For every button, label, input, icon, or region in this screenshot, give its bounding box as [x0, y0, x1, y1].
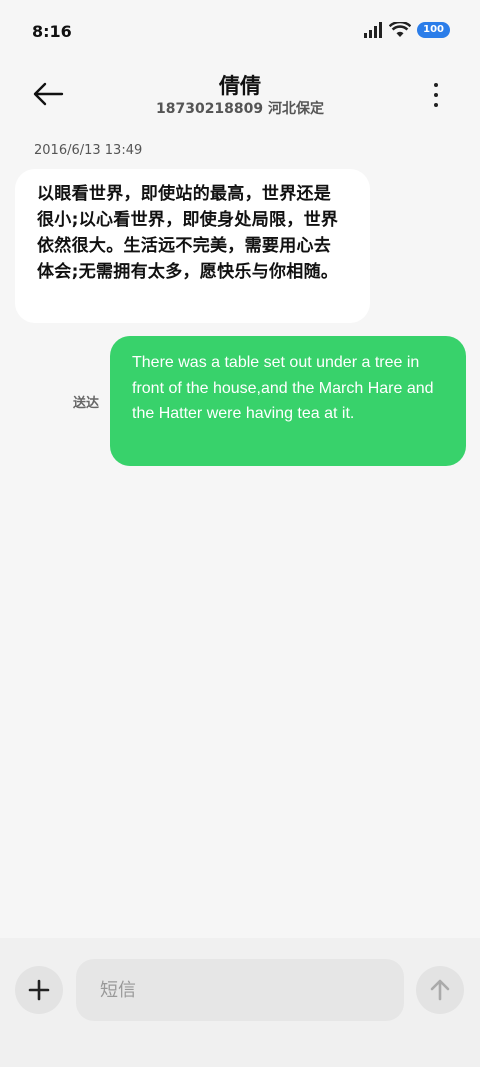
contact-name: 倩倩 [219, 74, 261, 98]
wifi-icon [389, 22, 412, 37]
compose-bar [0, 938, 480, 1067]
incoming-message-bubble[interactable]: 以眼看世界，即使站的最高，世界还是很小;以心看世界，即使身处局限，世界依然很大。… [15, 169, 370, 323]
plus-icon [28, 979, 50, 1001]
status-icons: 100 [363, 22, 450, 38]
signal-icon [364, 22, 383, 38]
more-vertical-icon[interactable] [428, 80, 444, 110]
message-input[interactable] [76, 959, 404, 1021]
conversation-header: 倩倩 18730218809 河北保定 [0, 64, 480, 128]
contact-phone-location: 18730218809 河北保定 [155, 101, 325, 117]
status-time: 8:16 [32, 22, 72, 41]
add-attachment-button[interactable] [15, 966, 63, 1014]
message-timestamp: 2016/6/13 13:49 [34, 143, 143, 158]
arrow-up-icon [430, 979, 450, 1001]
outgoing-message-bubble[interactable]: There was a table set out under a tree i… [110, 336, 466, 466]
delivery-status: 送达 [73, 396, 100, 411]
battery-icon: 100 [417, 22, 450, 38]
send-button[interactable] [416, 966, 464, 1014]
status-bar: 8:16 100 [0, 0, 480, 64]
